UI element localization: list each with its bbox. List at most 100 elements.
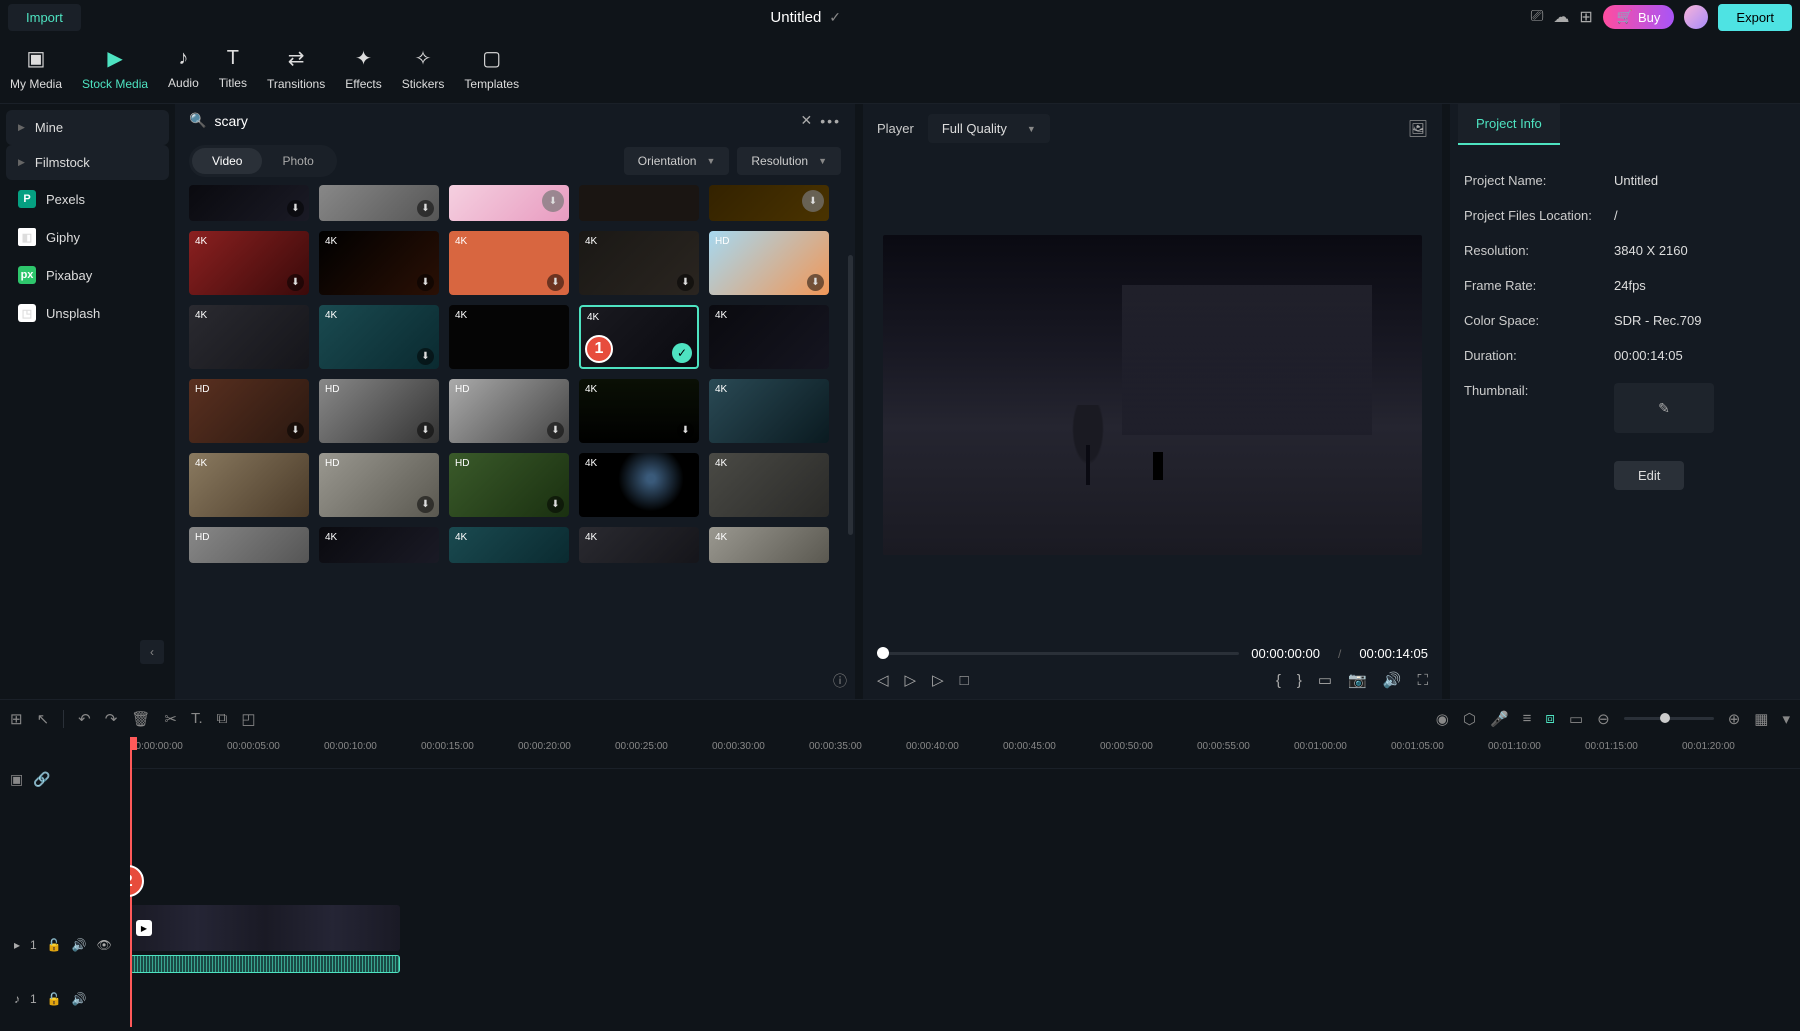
delete-icon[interactable]: 🗑 [131, 710, 150, 728]
download-icon[interactable]: ⬇ [677, 274, 694, 291]
media-thumb-selected[interactable]: 4K 1 ✓ [579, 305, 699, 369]
collapse-sidebar-button[interactable]: ‹ [140, 640, 164, 664]
video-clip[interactable]: ▶ [130, 905, 400, 951]
export-button[interactable]: Export [1718, 4, 1792, 31]
zoom-out-icon[interactable]: ⊖ [1597, 710, 1610, 728]
timeline-mode-icon[interactable]: ▣ [10, 771, 23, 788]
search-input[interactable] [214, 113, 792, 129]
media-thumb[interactable]: 4K [579, 453, 699, 517]
sidebar-item-filmstock[interactable]: ▶Filmstock [6, 145, 169, 180]
quality-dropdown[interactable]: Full Quality▼ [928, 114, 1050, 143]
download-icon[interactable]: ⬇ [417, 422, 434, 439]
playhead[interactable]: 2 [130, 737, 132, 1027]
cursor-icon[interactable]: ↖ [37, 710, 50, 728]
download-icon[interactable]: ⬇ [417, 496, 434, 513]
media-thumb[interactable]: ⬇ [709, 185, 829, 221]
visibility-icon[interactable]: 👁 [97, 938, 112, 952]
edit-button[interactable]: Edit [1614, 461, 1684, 490]
link-icon[interactable]: 🔗 [33, 771, 50, 788]
import-button[interactable]: Import [8, 4, 81, 31]
redo-icon[interactable]: ↷ [105, 710, 118, 728]
tab-effects[interactable]: ✦Effects [345, 42, 381, 95]
media-thumb[interactable]: HD⬇ [449, 453, 569, 517]
download-icon[interactable]: ⬇ [417, 348, 434, 365]
media-thumb[interactable]: ⬇ [449, 185, 569, 221]
mark-out-icon[interactable]: } [1297, 672, 1302, 689]
info-icon[interactable]: ⓘ [833, 671, 847, 691]
media-thumb[interactable]: 4K [319, 527, 439, 563]
settings-icon[interactable]: ▾ [1782, 710, 1790, 728]
media-thumb[interactable]: 4K [709, 379, 829, 443]
prev-frame-icon[interactable]: ◁ [877, 671, 889, 689]
fit-timeline-icon[interactable]: ▦ [1754, 710, 1768, 728]
sidebar-item-pixabay[interactable]: pxPixabay [6, 256, 169, 294]
grid-icon[interactable]: ⊞ [1579, 7, 1592, 27]
media-thumb[interactable]: 4K [449, 305, 569, 369]
resolution-filter[interactable]: Resolution▼ [737, 147, 841, 175]
media-thumb[interactable]: 4K⬇ [319, 305, 439, 369]
display-icon[interactable]: ⎚ [1531, 8, 1544, 26]
orientation-filter[interactable]: Orientation▼ [624, 147, 730, 175]
group-icon[interactable]: ⧉ [217, 710, 228, 727]
clear-search-icon[interactable]: ✕ [801, 112, 813, 129]
cut-icon[interactable]: ✂ [164, 710, 177, 728]
media-thumb[interactable]: 4K⬇ [579, 231, 699, 295]
media-thumb[interactable]: 4K [189, 305, 309, 369]
sidebar-item-mine[interactable]: ▶Mine [6, 110, 169, 145]
media-thumb[interactable]: ⬇ [319, 185, 439, 221]
download-icon[interactable]: ⬇ [677, 422, 694, 439]
download-icon[interactable]: ⬇ [547, 274, 564, 291]
download-icon[interactable]: ⬇ [547, 422, 564, 439]
avatar[interactable] [1684, 5, 1708, 29]
zoom-in-icon[interactable]: ⊕ [1728, 710, 1741, 728]
tab-stickers[interactable]: ✧Stickers [402, 42, 445, 95]
stop-icon[interactable]: □ [960, 672, 969, 689]
scrubber[interactable] [877, 652, 1239, 655]
mic-icon[interactable]: 🎤 [1490, 710, 1509, 728]
aspect-icon[interactable]: ▭ [1318, 671, 1332, 689]
magnetic-icon[interactable]: ⧈ [1545, 710, 1555, 727]
media-thumb[interactable]: HD [189, 527, 309, 563]
download-icon[interactable]: ⬇ [417, 200, 434, 217]
tab-titles[interactable]: TTitles [219, 42, 247, 95]
crop-icon[interactable]: ◰ [241, 710, 255, 728]
download-icon[interactable]: ⬇ [807, 274, 824, 291]
sidebar-item-giphy[interactable]: ◧Giphy [6, 218, 169, 256]
playhead-handle[interactable] [130, 737, 137, 750]
media-thumb[interactable]: 4K⬇ [189, 231, 309, 295]
media-thumb[interactable]: HD⬇ [319, 379, 439, 443]
mute-icon[interactable]: 🔊 [72, 992, 87, 1006]
layout-icon[interactable]: ⊞ [10, 710, 23, 728]
marker-icon[interactable]: ⬡ [1463, 710, 1476, 728]
frame-icon[interactable]: ▭ [1569, 710, 1583, 728]
scrollbar[interactable] [848, 255, 853, 535]
volume-icon[interactable]: 🔊 [1383, 671, 1402, 689]
audio-clip[interactable] [130, 955, 400, 973]
media-thumb[interactable]: HD⬇ [319, 453, 439, 517]
download-icon[interactable]: ⬇ [547, 496, 564, 513]
media-thumb[interactable]: HD⬇ [709, 231, 829, 295]
media-thumb[interactable]: 4K⬇ [449, 231, 569, 295]
media-thumb[interactable]: 4K [449, 527, 569, 563]
project-info-tab[interactable]: Project Info [1458, 104, 1560, 145]
video-preview[interactable] [883, 235, 1422, 555]
tab-audio[interactable]: ♪Audio [168, 42, 199, 95]
color-wheel-icon[interactable]: ◉ [1436, 710, 1449, 728]
media-thumb[interactable]: 4K [709, 527, 829, 563]
cloud-icon[interactable]: ☁ [1553, 7, 1569, 27]
tab-transitions[interactable]: ⇄Transitions [267, 42, 325, 95]
media-thumb[interactable]: HD⬇ [449, 379, 569, 443]
tab-my-media[interactable]: ▣My Media [10, 42, 62, 95]
lock-icon[interactable]: 🔓 [47, 938, 62, 952]
tab-templates[interactable]: ▢Templates [464, 42, 519, 95]
mute-icon[interactable]: 🔊 [72, 938, 87, 952]
thumbnail-preview[interactable]: ✎ [1614, 383, 1714, 433]
play-pause-icon[interactable]: ▷ [905, 671, 917, 689]
download-icon[interactable]: ⬇ [287, 274, 304, 291]
lock-icon[interactable]: 🔓 [47, 992, 62, 1006]
sidebar-item-unsplash[interactable]: ◳Unsplash [6, 294, 169, 332]
camera-icon[interactable]: 📷 [1348, 671, 1367, 689]
sidebar-item-pexels[interactable]: PPexels [6, 180, 169, 218]
media-thumb[interactable]: 4K [579, 527, 699, 563]
mixer-icon[interactable]: ≡ [1523, 710, 1532, 727]
